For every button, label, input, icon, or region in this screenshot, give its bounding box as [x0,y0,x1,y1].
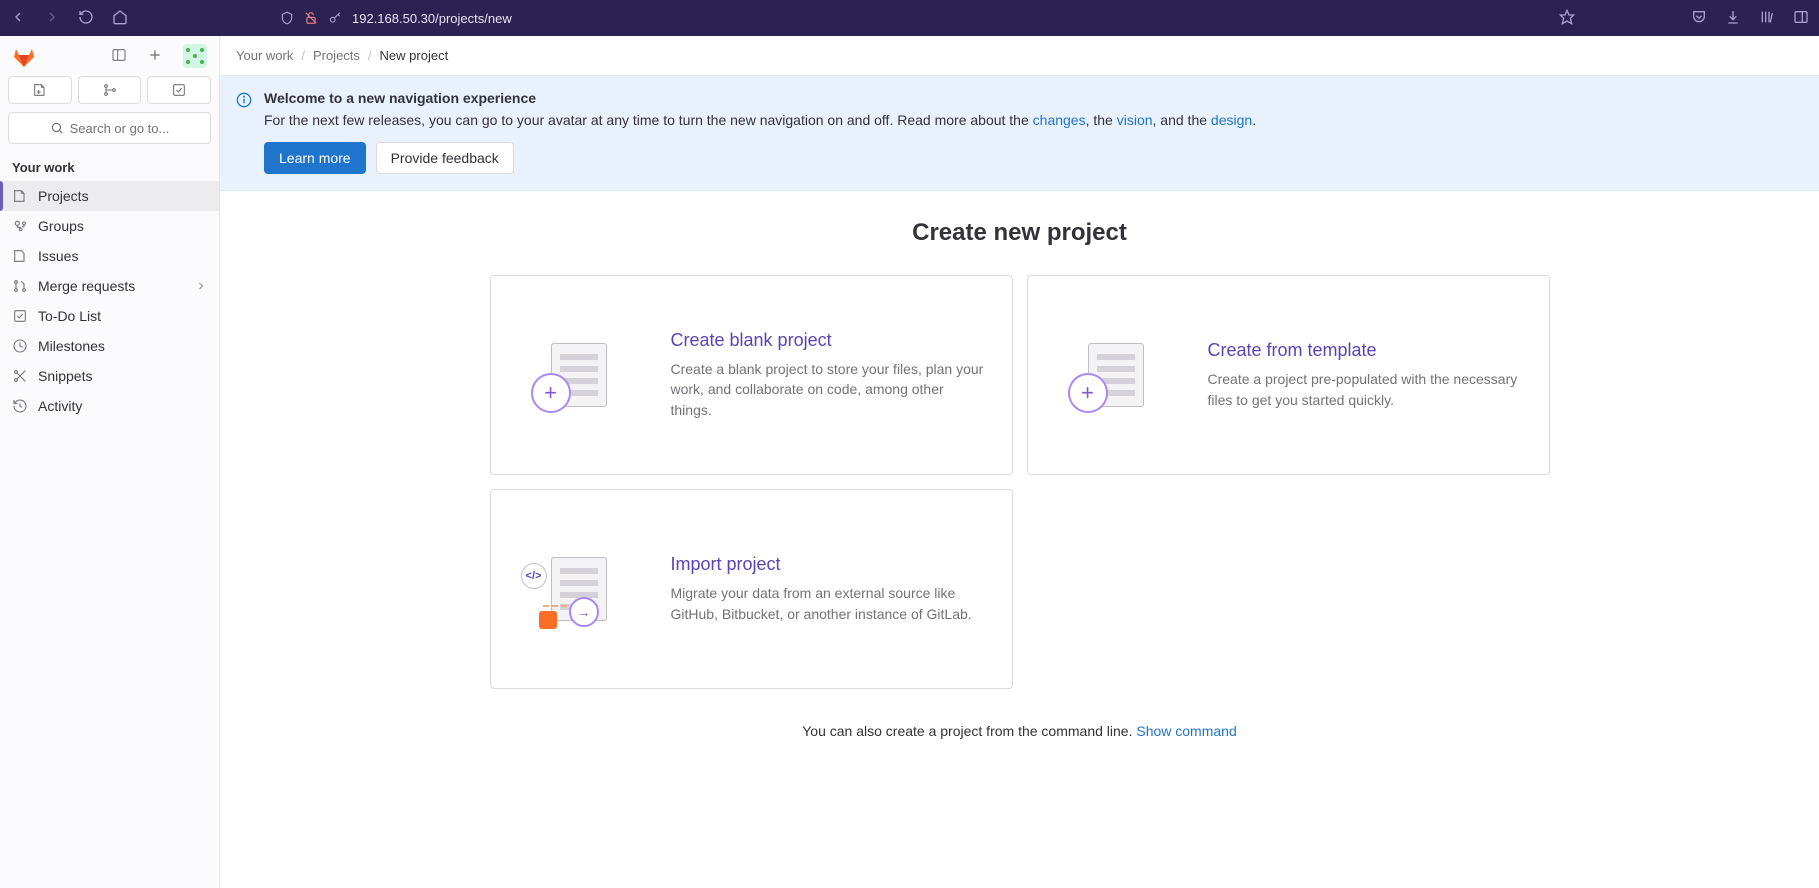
sidebar-heading: Your work [0,154,219,181]
card-desc: Create a project pre-populated with the … [1208,369,1521,410]
page-title: Create new project [490,219,1550,247]
search-icon [50,121,64,135]
panel-icon[interactable] [111,47,127,66]
back-icon[interactable] [10,9,26,28]
sidebar-item-milestones[interactable]: Milestones [0,331,219,361]
sidebar-item-todo[interactable]: To-Do List [0,301,219,331]
issues-icon [12,248,28,264]
learn-more-button[interactable]: Learn more [264,142,366,174]
card-desc: Migrate your data from an external sourc… [671,583,984,624]
sidebar-item-label: Activity [38,398,82,414]
sidebar-item-projects[interactable]: Projects [0,181,219,211]
issue-shortcut-button[interactable] [8,76,72,104]
url-text: 192.168.50.30/projects/new [352,11,512,26]
info-icon [236,92,252,108]
link-design[interactable]: design [1211,112,1252,128]
provide-feedback-button[interactable]: Provide feedback [376,142,514,174]
nav-experience-banner: Welcome to a new navigation experience F… [220,76,1819,191]
plus-icon[interactable] [147,47,163,66]
template-illustration [1056,325,1176,425]
sidebar-item-label: Groups [38,218,84,234]
sidebar-toggle-icon[interactable] [1793,9,1809,28]
sidebar-item-label: Merge requests [38,278,135,294]
card-title: Import project [671,554,984,575]
sidebar-item-label: Issues [38,248,78,264]
sidebar-item-label: Milestones [38,338,105,354]
blank-project-illustration [519,325,639,425]
breadcrumb-projects[interactable]: Projects [313,48,360,63]
breadcrumb-current: New project [380,48,449,63]
history-icon [12,398,28,414]
sidebar-item-merge-requests[interactable]: Merge requests [0,271,219,301]
sidebar-item-label: Projects [38,188,89,204]
sidebar-item-snippets[interactable]: Snippets [0,361,219,391]
card-create-template[interactable]: Create from template Create a project pr… [1027,275,1550,475]
chevron-right-icon [195,280,207,292]
main-content: Your work / Projects / New project Welco… [220,36,1819,888]
show-command-link[interactable]: Show command [1136,723,1236,739]
card-title: Create blank project [671,330,984,351]
banner-title: Welcome to a new navigation experience [264,90,1803,106]
sidebar-item-label: Snippets [38,368,92,384]
merge-icon [12,278,28,294]
sidebar-item-label: To-Do List [38,308,101,324]
gitlab-logo[interactable] [12,44,36,68]
sidebar-item-issues[interactable]: Issues [0,241,219,271]
cli-hint: You can also create a project from the c… [490,723,1550,739]
groups-icon [12,218,28,234]
pocket-icon[interactable] [1691,9,1707,28]
library-icon[interactable] [1759,9,1775,28]
scissors-icon [12,368,28,384]
card-title: Create from template [1208,340,1521,361]
card-create-blank[interactable]: Create blank project Create a blank proj… [490,275,1013,475]
project-icon [12,188,28,204]
breadcrumb-your-work[interactable]: Your work [236,48,293,63]
url-bar[interactable]: 192.168.50.30/projects/new [140,11,1547,26]
banner-text: For the next few releases, you can go to… [264,112,1803,128]
sidebar: Search or go to... Your work Projects Gr… [0,36,220,888]
lock-open-icon [304,11,318,25]
browser-chrome: 192.168.50.30/projects/new [0,0,1819,36]
import-illustration: </> [519,539,639,639]
sidebar-item-activity[interactable]: Activity [0,391,219,421]
clock-icon [12,338,28,354]
card-desc: Create a blank project to store your fil… [671,359,984,420]
link-changes[interactable]: changes [1033,112,1086,128]
shield-icon [280,11,294,25]
forward-icon[interactable] [44,9,60,28]
bookmark-icon[interactable] [1559,9,1575,28]
reload-icon[interactable] [78,9,94,28]
avatar[interactable] [183,44,207,68]
merge-shortcut-button[interactable] [78,76,142,104]
search-placeholder: Search or go to... [70,121,170,136]
key-icon [328,11,342,25]
home-icon[interactable] [112,9,128,28]
todo-icon [12,308,28,324]
search-input[interactable]: Search or go to... [8,112,211,144]
breadcrumb: Your work / Projects / New project [220,36,1819,76]
sidebar-item-groups[interactable]: Groups [0,211,219,241]
card-import-project[interactable]: </> Import project Migrate your data fro… [490,489,1013,689]
todo-shortcut-button[interactable] [147,76,211,104]
link-vision[interactable]: vision [1117,112,1153,128]
download-icon[interactable] [1725,9,1741,28]
